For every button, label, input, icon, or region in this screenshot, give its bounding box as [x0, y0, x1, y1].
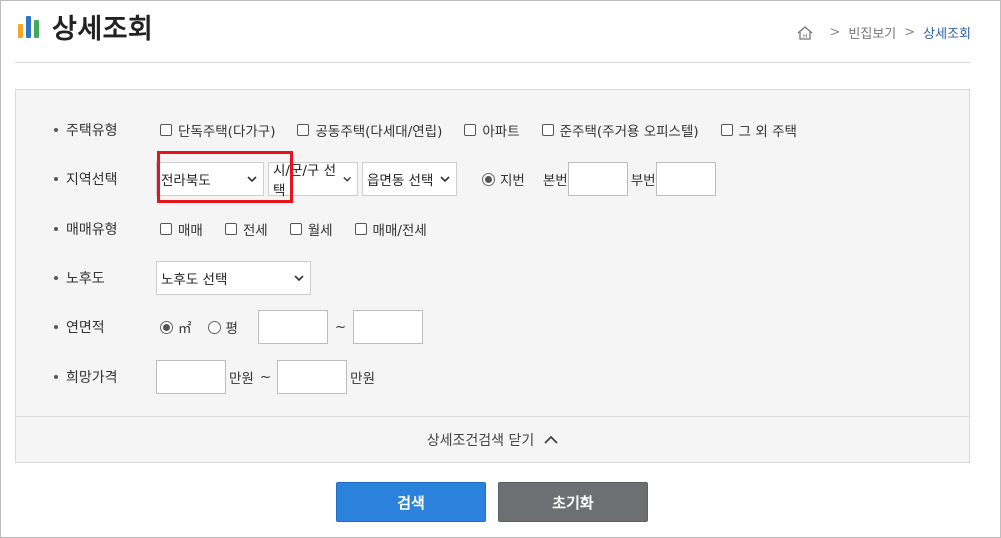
trade-type-options: 매매 전세 월세 매매/전세 — [160, 219, 449, 239]
province-select[interactable]: 전라북도 — [156, 162, 264, 196]
house-type-label: 주택유형 — [54, 120, 118, 140]
region-label: 지역선택 — [54, 169, 118, 189]
checkbox-sale-or-jeonse[interactable]: 매매/전세 — [354, 219, 427, 239]
main-number-label: 본번 — [542, 173, 568, 189]
trade-type-label: 매매유형 — [54, 219, 118, 239]
price-unit-label: 만원 — [229, 371, 254, 387]
checkbox-monthly-rent[interactable]: 월세 — [289, 219, 333, 239]
checkbox-detached[interactable]: 단독주택(다가구) — [160, 120, 275, 140]
breadcrumb: H > 빈집보기 > 상세조회 — [796, 23, 971, 42]
range-separator: ~ — [259, 369, 272, 385]
breadcrumb-current: 상세조회 — [923, 27, 971, 42]
page-title: 상세조회 — [52, 14, 154, 45]
checkbox-box[interactable] — [354, 223, 367, 235]
breadcrumb-parent[interactable]: 빈집보기 — [848, 23, 896, 42]
price-unit-label: 만원 — [350, 371, 375, 387]
checkbox-other-housing[interactable]: 그 외 주택 — [720, 120, 797, 140]
price-fields: 만원 ~ 만원 — [156, 360, 375, 394]
sub-number-input[interactable] — [655, 162, 716, 196]
checkbox-box[interactable] — [160, 223, 172, 235]
price-min-input[interactable] — [156, 360, 226, 394]
reset-button[interactable]: 초기화 — [498, 482, 648, 522]
checkbox-box[interactable] — [720, 124, 733, 136]
checkbox-apartment[interactable]: 아파트 — [464, 120, 520, 140]
price-row: 희망가격 만원 ~ 만원 — [16, 359, 969, 395]
toggle-label: 상세조건검색 닫기 — [426, 432, 535, 449]
checkbox-box[interactable] — [224, 223, 237, 235]
radio-lot-number[interactable]: 지번 — [482, 169, 525, 189]
search-button[interactable]: 검색 — [336, 482, 486, 522]
checkbox-jeonse[interactable]: 전세 — [224, 219, 268, 239]
search-panel: 주택유형 단독주택(다가구) 공동주택(다세대/연립) 아파트 준주택(주거용 … — [15, 89, 970, 463]
chevron-down-icon — [294, 274, 304, 281]
logo-icon — [18, 12, 42, 38]
chevron-up-icon — [544, 435, 558, 444]
checkbox-sale[interactable]: 매매 — [160, 219, 203, 239]
area-min-input[interactable] — [257, 310, 328, 344]
age-row: 노후도 노후도 선택 — [16, 260, 969, 296]
price-label: 희망가격 — [54, 367, 118, 387]
checkbox-quasi-housing[interactable]: 준주택(주거용 오피스텔) — [541, 120, 699, 140]
checkbox-box[interactable] — [541, 124, 554, 136]
chevron-down-icon — [247, 175, 257, 182]
radio-pyeong[interactable]: 평 — [207, 317, 238, 337]
checkbox-box[interactable] — [289, 223, 302, 235]
radio-button[interactable] — [160, 320, 173, 334]
checkbox-multi-unit[interactable]: 공동주택(다세대/연립) — [297, 120, 442, 140]
price-max-input[interactable] — [277, 360, 348, 394]
area-label: 연면적 — [54, 317, 105, 337]
city-select[interactable]: 시/군/구 선택 — [268, 162, 358, 199]
svg-text:H: H — [803, 33, 808, 40]
town-select[interactable]: 읍면동 선택 — [362, 162, 457, 196]
area-fields: ㎡ 평 ~ — [160, 310, 424, 344]
checkbox-box[interactable] — [160, 124, 172, 136]
region-row: 지역선택 전라북도 시/군/구 선택 읍면동 선택 지번 본번 부번 — [16, 161, 969, 199]
breadcrumb-separator: > — [904, 25, 916, 40]
sub-number-label: 부번 — [630, 173, 656, 189]
divider — [15, 62, 970, 63]
area-row: 연면적 ㎡ 평 ~ — [16, 309, 969, 345]
trade-type-row: 매매유형 매매 전세 월세 매매/전세 — [16, 211, 969, 247]
chevron-down-icon — [440, 175, 450, 182]
age-label: 노후도 — [54, 268, 105, 288]
toggle-detail-search[interactable]: 상세조건검색 닫기 — [16, 416, 969, 462]
radio-square-meter[interactable]: ㎡ — [160, 317, 192, 337]
checkbox-box[interactable] — [464, 124, 477, 136]
house-type-options: 단독주택(다가구) 공동주택(다세대/연립) 아파트 준주택(주거용 오피스텔)… — [160, 120, 819, 140]
chevron-down-icon — [342, 176, 351, 182]
breadcrumb-separator: > — [829, 25, 841, 40]
region-fields: 전라북도 시/군/구 선택 읍면동 선택 지번 본번 부번 — [156, 162, 716, 199]
home-icon[interactable]: H — [796, 25, 814, 41]
radio-button[interactable] — [207, 320, 221, 334]
house-type-row: 주택유형 단독주택(다가구) 공동주택(다세대/연립) 아파트 준주택(주거용 … — [16, 112, 969, 148]
radio-button[interactable] — [482, 172, 495, 186]
age-fields: 노후도 선택 — [156, 261, 315, 295]
range-separator: ~ — [334, 319, 347, 335]
main-number-input[interactable] — [567, 162, 628, 196]
area-max-input[interactable] — [353, 310, 424, 344]
checkbox-box[interactable] — [297, 124, 310, 136]
age-select[interactable]: 노후도 선택 — [156, 261, 311, 295]
